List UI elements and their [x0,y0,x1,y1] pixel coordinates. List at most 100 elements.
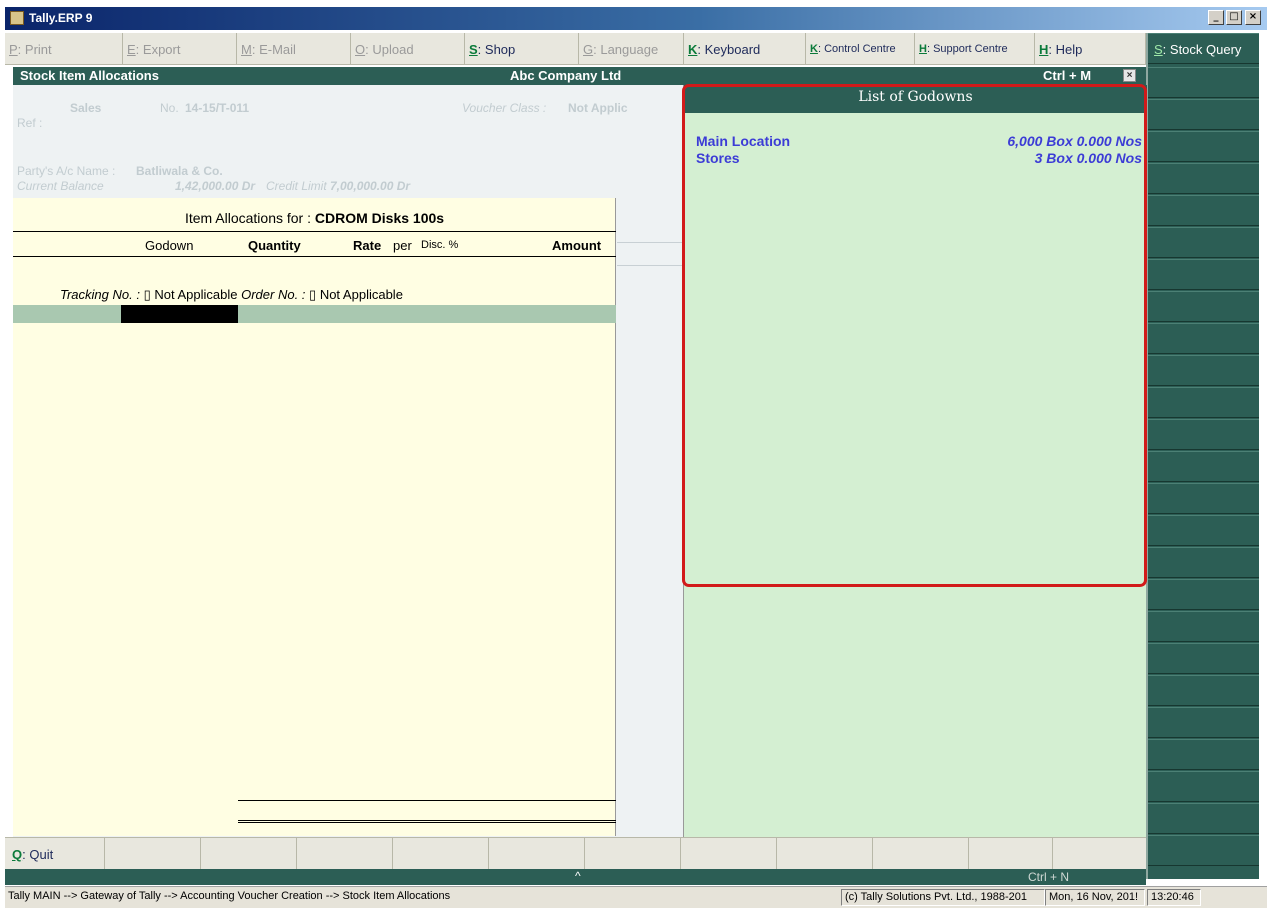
control-centre-button[interactable]: K: Control Centre [806,33,915,65]
credit-limit-label: Credit Limit [266,179,327,193]
bottom-button-empty[interactable] [585,838,681,870]
voucher-background-right [617,198,683,836]
voucher-no: 14-15/T-011 [185,101,250,115]
party-label: Party's A/c Name : [17,164,116,178]
allocation-entry-row[interactable] [13,305,616,323]
sidebar-button-empty[interactable] [1148,99,1259,130]
scroll-up-icon[interactable]: ^ [575,869,581,883]
email-button[interactable]: M: E-Mail [237,33,351,65]
sidebar-button-empty[interactable] [1148,643,1259,674]
screen-header: Stock Item Allocations Abc Company Ltd C… [13,67,1146,85]
order-marker: ▯ [309,287,317,302]
credit-limit-value: 7,00,000.00 Dr [330,179,411,193]
print-button[interactable]: P: Print [5,33,123,65]
bottom-button-empty[interactable] [681,838,777,870]
sidebar-button-empty[interactable] [1148,451,1259,482]
keyboard-button[interactable]: K: Keyboard [684,33,806,65]
ref-label: Ref : [17,116,43,130]
title-bar: Tally.ERP 9 _ □ × [5,7,1267,30]
bottom-button-empty[interactable] [105,838,201,870]
voucher-class-label: Voucher Class : [462,101,547,115]
balance-label: Current Balance [17,179,104,193]
bottom-button-empty[interactable] [201,838,297,870]
navigation-path: Tally MAIN --> Gateway of Tally --> Acco… [8,890,451,902]
sidebar-button-empty[interactable] [1148,195,1259,226]
sidebar-button-empty[interactable] [1148,771,1259,802]
allocation-column-headers: Godown Quantity Rate per Disc. % Amount [13,233,616,257]
sidebar-button-empty[interactable] [1148,547,1259,578]
order-value[interactable]: Not Applicable [320,287,403,302]
tracking-order-line: Tracking No. : ▯ Not Applicable Order No… [60,287,403,303]
sidebar-button-empty[interactable] [1148,579,1259,610]
stock-query-button[interactable]: S: Stock Query [1148,33,1259,64]
minimize-button[interactable]: _ [1208,10,1224,25]
shop-button[interactable]: S: Shop [465,33,579,65]
sidebar-button-empty[interactable] [1148,259,1259,290]
tracking-value[interactable]: Not Applicable [154,287,237,302]
bottom-button-empty[interactable] [777,838,873,870]
voucher-class: Not Applic [568,101,628,115]
sidebar-button-empty[interactable] [1148,483,1259,514]
total-line [238,822,616,823]
sidebar-button-empty[interactable] [1148,835,1259,866]
close-icon[interactable]: × [1123,69,1136,82]
status-date: Mon, 16 Nov, 201! [1045,889,1145,906]
godown-input-cursor[interactable] [121,305,238,323]
col-quantity: Quantity [248,238,301,253]
sidebar-button-empty[interactable] [1148,291,1259,322]
bottom-button-empty[interactable] [393,838,489,870]
sidebar-button-empty[interactable] [1148,67,1259,98]
stock-item-name: CDROM Disks 100s [314,210,445,226]
support-centre-button[interactable]: H: Support Centre [915,33,1035,65]
tracking-label: Tracking No. : [60,287,140,302]
col-godown: Godown [145,238,194,253]
total-line [238,800,616,801]
bottom-button-empty[interactable] [873,838,969,870]
sidebar-button-empty[interactable] [1148,163,1259,194]
quit-button[interactable]: Q: Quit [5,838,105,870]
allocation-title-label: Item Allocations for : [184,210,311,226]
col-disc: Disc. % [421,239,459,251]
status-bar: Tally MAIN --> Gateway of Tally --> Acco… [5,886,1267,908]
sidebar-button-empty[interactable] [1148,611,1259,642]
bottom-button-empty[interactable] [969,838,1053,870]
balance-value: 1,42,000.00 Dr [175,179,256,193]
screen-title: Stock Item Allocations [20,68,159,83]
highlight-outline [682,84,1147,587]
close-window-button[interactable]: × [1245,10,1261,25]
shortcut-hint-bottom: Ctrl + N [1028,870,1070,884]
sidebar-button-empty[interactable] [1148,131,1259,162]
shortcut-hint: Ctrl + M [1043,68,1092,83]
allocation-title: Item Allocations for : CDROM Disks 100s [13,198,616,232]
sidebar-button-empty[interactable] [1148,515,1259,546]
sidebar-button-empty[interactable] [1148,355,1259,386]
sidebar-button-empty[interactable] [1148,739,1259,770]
app-icon [10,11,24,25]
bottom-button-bar: Q: Quit [5,837,1146,870]
bottom-band: ^ Ctrl + N [5,869,1146,885]
voucher-type: Sales [70,101,102,115]
sidebar-button-empty[interactable] [1148,227,1259,258]
language-button[interactable]: G: Language [579,33,684,65]
sidebar-button-empty[interactable] [1148,419,1259,450]
col-amount: Amount [552,238,602,253]
sidebar-button-empty[interactable] [1148,803,1259,834]
copyright-text: (c) Tally Solutions Pvt. Ltd., 1988-201 [841,889,1045,906]
top-button-bar: P: Print E: Export M: E-Mail O: Upload S… [5,33,1146,65]
window-title: Tally.ERP 9 [29,11,93,25]
total-line [238,820,616,821]
company-name: Abc Company Ltd [510,68,622,83]
sidebar-button-empty[interactable] [1148,387,1259,418]
sidebar-button-empty[interactable] [1148,675,1259,706]
voucher-no-label: No. [160,101,179,115]
item-allocation-panel: Item Allocations for : CDROM Disks 100s … [13,198,616,836]
voucher-column-band [617,242,683,266]
bottom-button-empty[interactable] [297,838,393,870]
sidebar-button-empty[interactable] [1148,323,1259,354]
maximize-button[interactable]: □ [1226,10,1242,25]
export-button[interactable]: E: Export [123,33,237,65]
help-button[interactable]: H: Help [1035,33,1146,65]
upload-button[interactable]: O: Upload [351,33,465,65]
bottom-button-empty[interactable] [489,838,585,870]
sidebar-button-empty[interactable] [1148,707,1259,738]
